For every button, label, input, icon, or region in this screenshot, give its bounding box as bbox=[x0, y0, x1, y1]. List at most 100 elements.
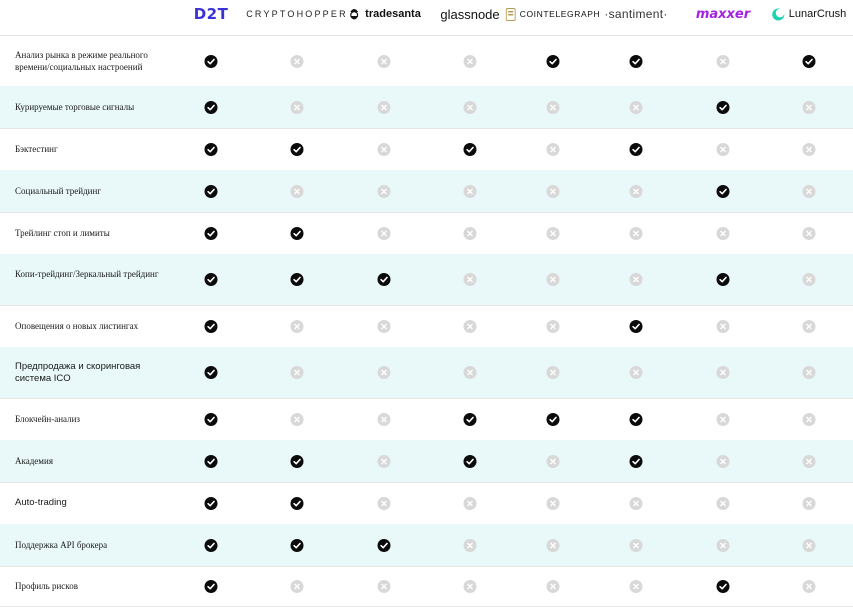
table-row: Бэктестинг bbox=[0, 128, 853, 171]
check-icon bbox=[204, 320, 218, 333]
cross-icon bbox=[802, 366, 816, 379]
cross-icon bbox=[463, 497, 477, 510]
cross-icon bbox=[463, 273, 477, 286]
logo-santiment: ·santiment· bbox=[604, 0, 667, 28]
feature-label: Анализ рынка в режиме реального времени/… bbox=[15, 50, 148, 72]
feature-label: Оповещения о новых листингах bbox=[15, 321, 139, 331]
cross-icon bbox=[290, 101, 304, 114]
cross-icon bbox=[290, 185, 304, 198]
check-icon bbox=[204, 227, 218, 240]
check-icon bbox=[290, 539, 304, 552]
table-row: Оповещения о новых листингах bbox=[0, 305, 853, 348]
cross-icon bbox=[629, 366, 643, 379]
logo-glassnode: glassnode bbox=[440, 0, 499, 28]
feature-label: Академия bbox=[15, 456, 53, 466]
check-icon bbox=[802, 55, 816, 68]
logo-text-lunarcrush: LunarCrush bbox=[788, 8, 847, 20]
cross-icon bbox=[463, 185, 477, 198]
cross-icon bbox=[802, 320, 816, 333]
feature-label: Профиль рисков bbox=[15, 581, 78, 591]
cross-icon bbox=[716, 55, 730, 68]
feature-label: Трейлинг стоп и лимиты bbox=[15, 228, 110, 238]
cross-icon bbox=[802, 185, 816, 198]
feature-label: Курируемые торговые сигналы bbox=[15, 102, 135, 112]
cross-icon bbox=[802, 413, 816, 426]
logo-cryptohopper: CRYPTOHOPPER bbox=[246, 0, 348, 28]
check-icon bbox=[290, 497, 304, 510]
cross-icon bbox=[377, 580, 391, 593]
cross-icon bbox=[546, 143, 560, 156]
logo-text-maxxer: maxxer bbox=[695, 6, 751, 22]
table-row: Поддержка API брокера bbox=[0, 524, 853, 567]
cross-icon bbox=[629, 185, 643, 198]
cross-icon bbox=[629, 273, 643, 286]
check-icon bbox=[204, 101, 218, 114]
cross-icon bbox=[629, 101, 643, 114]
cross-icon bbox=[377, 366, 391, 379]
check-icon bbox=[204, 185, 218, 198]
check-icon bbox=[204, 413, 218, 426]
cross-icon bbox=[629, 539, 643, 552]
cross-icon bbox=[377, 185, 391, 198]
cross-icon bbox=[802, 455, 816, 468]
table-row: Академия bbox=[0, 440, 853, 483]
check-icon bbox=[204, 143, 218, 156]
cross-icon bbox=[546, 539, 560, 552]
logo-text-d2t: D2T bbox=[193, 5, 229, 23]
check-icon bbox=[290, 227, 304, 240]
cross-icon bbox=[716, 497, 730, 510]
logo-text-cryptohopper: CRYPTOHOPPER bbox=[246, 9, 348, 19]
check-icon bbox=[204, 497, 218, 510]
check-icon bbox=[204, 539, 218, 552]
cross-icon bbox=[629, 497, 643, 510]
logo-d2t: D2T bbox=[194, 0, 229, 28]
feature-label: Auto-trading bbox=[15, 497, 67, 508]
logo-text-cointelegraph: COINTELEGRAPH bbox=[519, 9, 601, 19]
cross-icon bbox=[290, 580, 304, 593]
check-icon bbox=[463, 143, 477, 156]
cross-icon bbox=[546, 227, 560, 240]
logo-lunarcrush: LunarCrush bbox=[772, 0, 846, 28]
check-icon bbox=[629, 413, 643, 426]
table-row: Блокчейн-анализ bbox=[0, 398, 853, 441]
feature-label: Блокчейн-анализ bbox=[15, 414, 80, 424]
cross-icon bbox=[463, 320, 477, 333]
logo-maxxer: maxxer bbox=[696, 0, 750, 28]
cross-icon bbox=[377, 101, 391, 114]
santa-face-icon bbox=[350, 9, 359, 20]
cross-icon bbox=[546, 101, 560, 114]
cross-icon bbox=[377, 55, 391, 68]
check-icon bbox=[377, 539, 391, 552]
cross-icon bbox=[463, 539, 477, 552]
table-row: Трейлинг стоп и лимиты bbox=[0, 212, 853, 255]
cross-icon bbox=[463, 101, 477, 114]
cross-icon bbox=[377, 143, 391, 156]
check-icon bbox=[463, 413, 477, 426]
feature-label: Копи-трейдинг/Зеркальный трейдинг bbox=[15, 269, 159, 279]
cross-icon bbox=[716, 413, 730, 426]
logo-text-santiment: ·santiment· bbox=[604, 7, 668, 21]
cross-icon bbox=[716, 455, 730, 468]
comparison-table: D2T CRYPTOHOPPER tradesanta glassnode COINTE… bbox=[0, 0, 853, 607]
cross-icon bbox=[629, 227, 643, 240]
table-row: Предпродажа и скоринговая система ICO bbox=[0, 347, 853, 399]
cross-icon bbox=[290, 55, 304, 68]
check-icon bbox=[716, 580, 730, 593]
feature-label: Бэктестинг bbox=[15, 144, 58, 154]
logo-text-glassnode: glassnode bbox=[440, 6, 500, 22]
cross-icon bbox=[377, 455, 391, 468]
cross-icon bbox=[546, 580, 560, 593]
check-icon bbox=[629, 455, 643, 468]
cross-icon bbox=[290, 320, 304, 333]
cross-icon bbox=[546, 497, 560, 510]
check-icon bbox=[204, 273, 218, 286]
check-icon bbox=[546, 413, 560, 426]
check-icon bbox=[716, 273, 730, 286]
cross-icon bbox=[463, 227, 477, 240]
check-icon bbox=[716, 101, 730, 114]
cross-icon bbox=[802, 580, 816, 593]
table-row: Курируемые торговые сигналы bbox=[0, 86, 853, 129]
check-icon bbox=[290, 143, 304, 156]
cross-icon bbox=[377, 413, 391, 426]
cross-icon bbox=[802, 497, 816, 510]
